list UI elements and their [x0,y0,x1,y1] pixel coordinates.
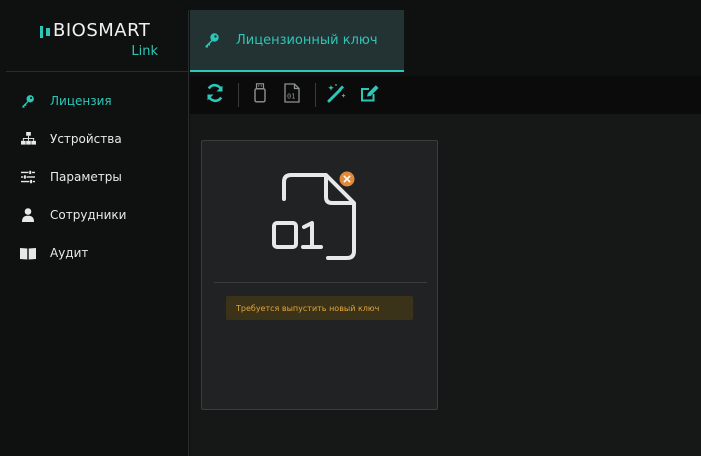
key-icon [20,93,36,109]
sidebar-item-label: Параметры [50,170,122,184]
tab-label: Лицензионный ключ [236,32,378,48]
usb-drive-icon [253,83,267,107]
tab-license-key[interactable]: Лицензионный ключ [190,10,404,72]
sidebar-item-audit[interactable]: Аудит [6,234,188,272]
tab-bar: Лицензионный ключ [190,10,701,72]
sidebar-item-label: Аудит [50,246,89,260]
edit-icon [358,83,380,107]
refresh-icon [205,83,225,107]
sidebar-item-label: Лицензия [50,94,112,108]
sidebar-item-devices[interactable]: Устройства [6,120,188,158]
edit-button[interactable] [356,82,382,108]
sitemap-icon [20,131,36,147]
book-icon [20,245,36,261]
logo-text: BIOSMART [53,20,151,41]
toolbar: 01 [190,76,701,114]
sidebar-item-label: Устройства [50,132,122,146]
key-icon [204,32,220,48]
logo: BIOSMART Link [6,10,188,72]
user-icon [20,207,36,223]
binary-file-error-icon [268,169,364,265]
key-file-button[interactable]: 01 [279,82,305,108]
card-divider [214,282,427,283]
sidebar-item-label: Сотрудники [50,208,127,222]
refresh-button[interactable] [202,82,228,108]
sidebar-nav: Лицензия Устройства Параметры Сотрудники [6,82,188,272]
sliders-icon [20,169,36,185]
logo-mark-icon [40,26,54,42]
binary-file-icon: 01 [283,83,301,107]
sidebar: BIOSMART Link Лицензия Устройства Параме… [6,10,189,456]
logo-subtext: Link [131,44,158,59]
toolbar-divider [315,83,316,107]
generate-key-button[interactable] [324,82,350,108]
svg-text:01: 01 [287,93,295,101]
status-warning: Требуется выпустить новый ключ [226,296,413,320]
app-window: BIOSMART Link Лицензия Устройства Параме… [0,0,701,456]
sidebar-item-license[interactable]: Лицензия [6,82,188,120]
license-card: Требуется выпустить новый ключ [201,140,438,410]
main-content: Требуется выпустить новый ключ [190,114,701,456]
magic-wand-icon [326,83,348,107]
sidebar-item-parameters[interactable]: Параметры [6,158,188,196]
toolbar-divider [238,83,239,107]
usb-key-button[interactable] [247,82,273,108]
sidebar-item-employees[interactable]: Сотрудники [6,196,188,234]
